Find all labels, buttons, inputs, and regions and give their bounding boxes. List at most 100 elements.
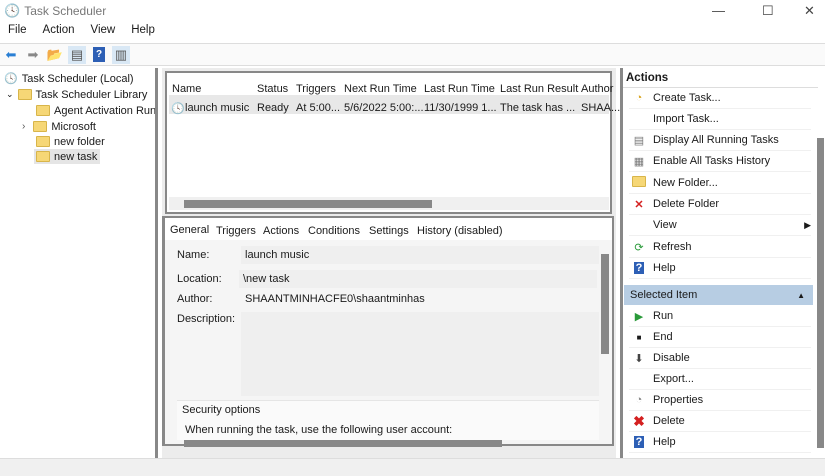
close-button[interactable]: ✕ — [804, 3, 815, 19]
window-title: Task Scheduler — [24, 4, 107, 18]
description-label: Description: — [177, 313, 236, 325]
action-refresh[interactable]: ⟳ Refresh — [629, 237, 811, 258]
scrollbar-thumb[interactable] — [184, 200, 432, 208]
help-icon: ? — [633, 436, 645, 448]
author-value: SHAANTMINHACFE0\shaantminhas — [245, 293, 425, 305]
menu-bar: File Action View Help — [0, 24, 163, 36]
column-triggers[interactable]: Triggers — [296, 83, 336, 95]
tab-general[interactable]: General — [170, 224, 209, 236]
task-list: Name Status Triggers Next Run Time Last … — [165, 71, 620, 214]
delete-icon: ✕ — [634, 198, 644, 211]
column-last-run[interactable]: Last Run Time — [424, 83, 495, 95]
security-options-text: When running the task, use the following… — [185, 424, 453, 436]
action-help[interactable]: ? Help — [629, 258, 811, 279]
menu-action[interactable]: Action — [35, 24, 83, 36]
tree-item-new-task[interactable]: new task — [34, 149, 101, 164]
tab-actions[interactable]: Actions — [263, 225, 299, 237]
vertical-scrollbar[interactable] — [601, 254, 609, 354]
history-icon: ▦ — [633, 155, 645, 168]
action-export[interactable]: Export... — [629, 369, 811, 390]
folder-icon — [36, 105, 50, 116]
tab-conditions[interactable]: Conditions — [308, 225, 360, 237]
tree-item-local[interactable]: 🕓 Task Scheduler (Local) — [4, 71, 134, 86]
tree-item-library[interactable]: ⌄ Task Scheduler Library — [6, 87, 147, 102]
column-next-run[interactable]: Next Run Time — [344, 83, 417, 95]
action-display-running[interactable]: ▤ Display All Running Tasks — [629, 130, 811, 151]
running-tasks-icon: ▤ — [633, 134, 645, 147]
folder-icon — [36, 151, 50, 162]
task-details: General Triggers Actions Conditions Sett… — [162, 216, 614, 447]
action-view[interactable]: View ▶ — [629, 215, 811, 236]
folder-icon — [33, 121, 48, 132]
maximize-button[interactable]: ☐ — [762, 3, 774, 19]
action-help-selected[interactable]: ? Help — [629, 432, 811, 453]
tab-triggers[interactable]: Triggers — [216, 225, 256, 237]
navigation-tree: 🕓 Task Scheduler (Local) ⌄ Task Scheduler … — [0, 68, 158, 458]
name-label: Name: — [177, 249, 210, 261]
action-new-folder[interactable]: New Folder... — [629, 173, 811, 194]
menu-help[interactable]: Help — [123, 24, 163, 36]
chevron-down-icon[interactable]: ⌄ — [6, 89, 14, 100]
submenu-arrow-icon: ▶ — [804, 219, 811, 230]
folder-clock-icon — [17, 89, 32, 100]
column-last-result[interactable]: Last Run Result — [500, 83, 578, 95]
back-arrow-icon[interactable]: ⬅ — [2, 46, 20, 64]
clock-icon: 🕓 — [4, 3, 21, 18]
action-import-task[interactable]: Import Task... — [629, 109, 811, 130]
action-disable[interactable]: ⬇ Disable — [629, 348, 811, 369]
run-icon: ▶ — [634, 310, 644, 323]
title-bar: 🕓 Task Scheduler — ☐ ✕ — [0, 0, 825, 22]
selected-item-header[interactable]: Selected Item ▲ — [624, 285, 813, 305]
cell-last-run: 11/30/1999 1... — [424, 102, 497, 114]
status-bar — [0, 458, 825, 476]
action-delete-folder[interactable]: ✕ Delete Folder — [629, 194, 811, 215]
forward-arrow-icon[interactable]: ➡ — [24, 46, 42, 64]
tree-item-agent[interactable]: Agent Activation Runt — [36, 103, 155, 118]
delete-icon: ✖ — [633, 412, 645, 429]
end-icon: ■ — [636, 332, 642, 342]
tree-item-microsoft[interactable]: › Microsoft — [22, 119, 96, 134]
task-clock-icon: 🕓 — [171, 103, 185, 115]
collapse-arrow-icon[interactable]: ▲ — [797, 291, 805, 300]
action-delete[interactable]: ✖ Delete — [629, 411, 811, 432]
horizontal-scrollbar[interactable] — [169, 197, 609, 210]
show-hide-action-pane-icon[interactable]: ▥ — [112, 45, 130, 64]
horizontal-scrollbar[interactable] — [184, 440, 502, 447]
minimize-button[interactable]: — — [712, 3, 725, 18]
toolbar: ⬅ ➡ 📂 ▤ ? ▥ — [0, 43, 825, 66]
cell-author: SHAA... — [581, 102, 621, 114]
menu-view[interactable]: View — [83, 24, 124, 36]
chevron-right-icon[interactable]: › — [22, 121, 25, 132]
menu-file[interactable]: File — [0, 24, 35, 36]
folder-icon — [36, 136, 50, 147]
column-name[interactable]: Name — [172, 83, 201, 95]
center-pane: Name Status Triggers Next Run Time Last … — [162, 68, 620, 458]
cell-name: launch music — [185, 102, 250, 114]
vertical-scrollbar[interactable] — [817, 138, 824, 448]
cell-triggers: At 5:00... — [296, 102, 341, 114]
action-end[interactable]: ■ End — [629, 327, 811, 348]
action-create-task[interactable]: ◔ Create Task... — [629, 88, 811, 109]
create-task-icon: ◔ — [635, 92, 643, 104]
folder-icon — [632, 176, 646, 187]
disable-icon: ⬇ — [634, 352, 644, 365]
name-field[interactable]: launch music — [241, 246, 599, 264]
tab-settings[interactable]: Settings — [369, 225, 409, 237]
refresh-icon: ⟳ — [634, 241, 644, 254]
tree-item-new-folder[interactable]: new folder — [36, 134, 105, 149]
action-run[interactable]: ▶ Run — [629, 306, 811, 327]
location-value: \new task — [239, 270, 597, 288]
cell-status: Ready — [257, 102, 289, 114]
action-properties[interactable]: ◔ Properties — [629, 390, 811, 411]
actions-title: Actions — [626, 72, 669, 84]
column-status[interactable]: Status — [257, 83, 288, 95]
description-field[interactable] — [241, 312, 599, 396]
author-label: Author: — [177, 293, 213, 305]
up-folder-icon[interactable]: 📂 — [46, 46, 64, 64]
actions-pane: Actions ◔ Create Task... Import Task... ▤… — [620, 68, 825, 458]
tab-history[interactable]: History (disabled) — [417, 225, 503, 237]
action-enable-history[interactable]: ▦ Enable All Tasks History — [629, 151, 811, 172]
show-hide-tree-icon[interactable]: ▤ — [68, 45, 86, 64]
help-icon[interactable]: ? — [93, 47, 105, 62]
column-author[interactable]: Author — [581, 83, 613, 95]
